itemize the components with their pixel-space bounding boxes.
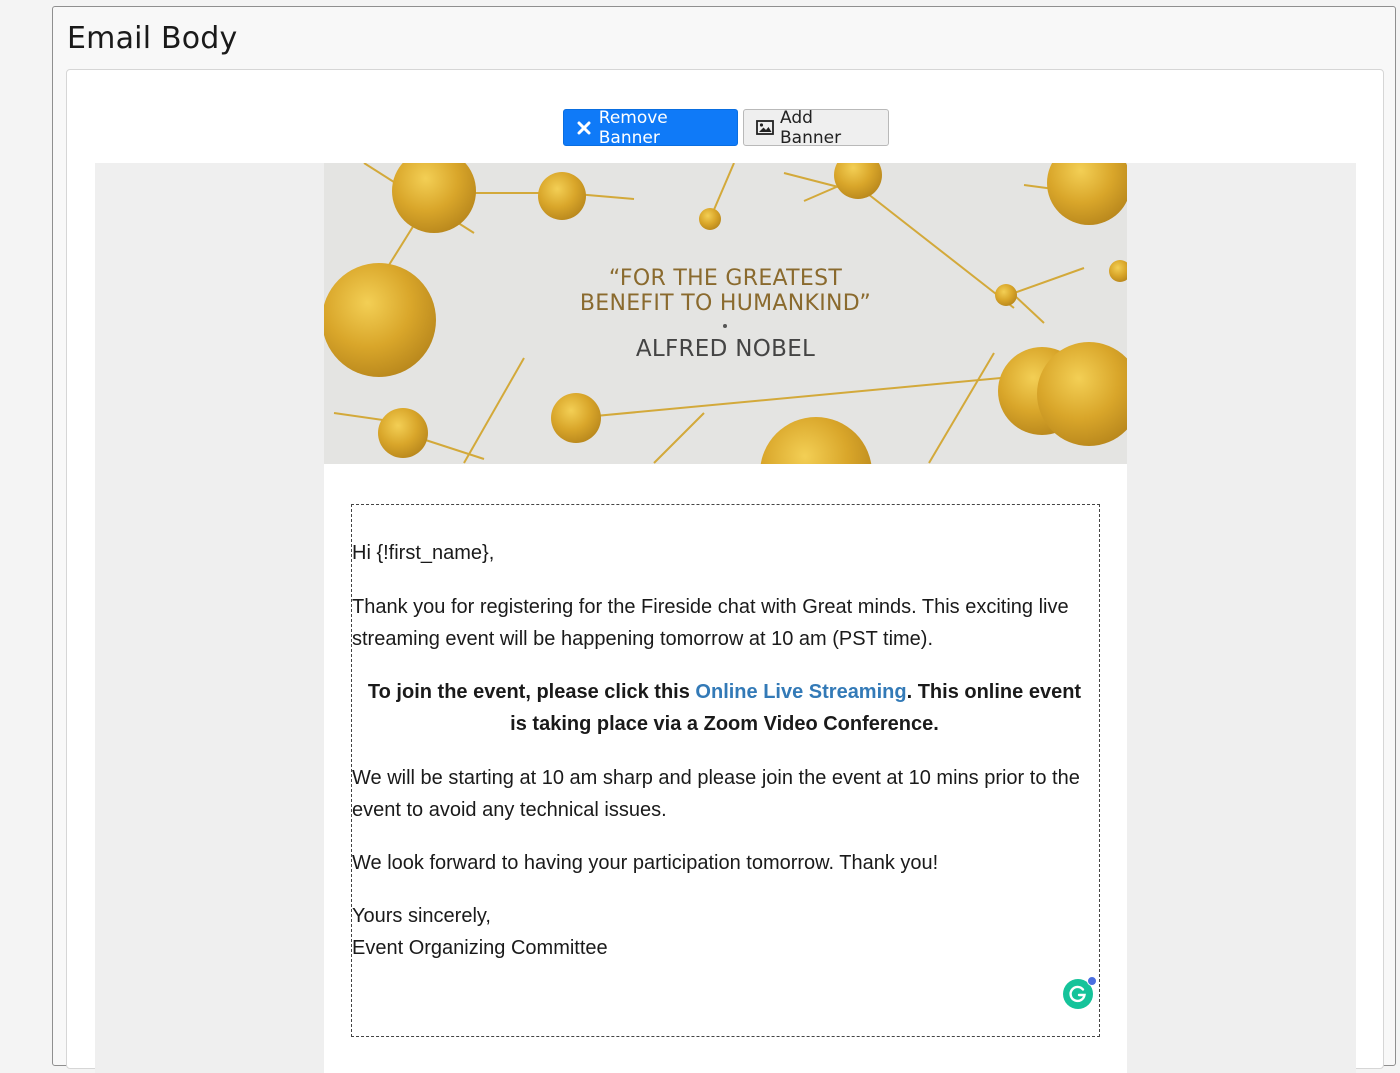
join-prefix: To join the event, please click this — [367, 681, 696, 703]
banner-separator-dot — [723, 324, 727, 328]
grammarly-status-dot — [1087, 976, 1097, 986]
email-thanks-paragraph: Thank you for registering for the Firesi… — [352, 596, 1069, 650]
email-preview-stage: “FOR THE GREATEST BENEFIT TO HUMANKIND” … — [95, 163, 1356, 1073]
banner-quote: “FOR THE GREATEST BENEFIT TO HUMANKIND” — [324, 266, 1127, 316]
add-banner-button[interactable]: Add Banner — [743, 107, 889, 148]
email-signature: Yours sincerely, Event Organizing Committ… — [352, 900, 1097, 964]
image-icon — [756, 119, 774, 137]
email-column: “FOR THE GREATEST BENEFIT TO HUMANKIND” … — [324, 163, 1127, 1073]
banner-toolbar: Remove Banner Add Banner — [67, 107, 1383, 148]
email-greeting: Hi {!first_name}, — [352, 542, 495, 564]
banner-quote-line1: “FOR THE GREATEST — [608, 266, 843, 291]
online-live-streaming-link[interactable]: Online Live Streaming — [695, 681, 906, 703]
page-title: Email Body — [67, 21, 238, 56]
email-start-paragraph: We will be starting at 10 am sharp and p… — [352, 767, 1080, 821]
banner-quote-line2: BENEFIT TO HUMANKIND” — [579, 291, 872, 316]
signature-line2: Event Organizing Committee — [352, 937, 608, 959]
close-icon — [576, 119, 593, 137]
remove-banner-button[interactable]: Remove Banner — [563, 107, 738, 148]
remove-banner-label: Remove Banner — [598, 107, 668, 148]
banner-author: ALFRED NOBEL — [635, 336, 816, 362]
email-banner[interactable]: “FOR THE GREATEST BENEFIT TO HUMANKIND” … — [324, 163, 1127, 464]
email-join-paragraph: To join the event, please click this Onl… — [352, 676, 1097, 740]
email-content-editor[interactable]: Hi {!first_name}, Thank you for register… — [351, 504, 1100, 1037]
add-banner-label: Add Banner — [780, 107, 842, 148]
signature-line1: Yours sincerely, — [352, 905, 491, 927]
email-forward-paragraph: We look forward to having your participa… — [352, 852, 939, 874]
email-body-panel: Email Body Remove Banner Add Banner “FOR… — [52, 6, 1396, 1073]
email-editor-card: Remove Banner Add Banner “FOR THE GREATE… — [66, 69, 1384, 1073]
